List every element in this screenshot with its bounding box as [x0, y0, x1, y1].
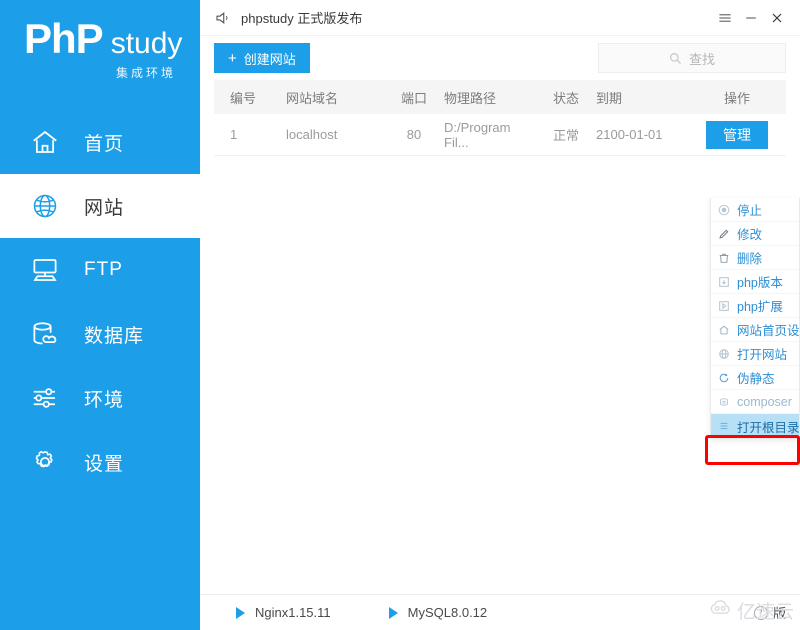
sidebar-label-ftp: FTP — [84, 259, 123, 280]
menu-item-open-website[interactable]: 打开网站 — [711, 342, 799, 366]
php-version-icon — [717, 275, 731, 289]
cell-path: D:/Program Fil... — [444, 119, 511, 150]
app-logo: PhP study 集成环境 — [0, 0, 200, 100]
menu-item-php-extension[interactable]: php扩展 — [711, 294, 799, 318]
app-window: PhP study 集成环境 首页 网站 FTP 数据库 环境 设置 phpst… — [0, 0, 800, 630]
window-title: phpstudy 正式版发布 — [241, 11, 363, 26]
col-header-path: 物理路径 — [444, 90, 497, 106]
menu-item-php-version[interactable]: php版本 — [711, 270, 799, 294]
menu-label-delete: 删除 — [737, 252, 763, 266]
sidebar-item-settings[interactable]: 设置 — [0, 430, 200, 494]
col-header-domain: 网站域名 — [286, 90, 339, 106]
menu-item-edit[interactable]: 修改 — [711, 222, 799, 246]
sidebar-label-database: 数据库 — [84, 325, 145, 347]
cell-action: 管理 — [688, 120, 786, 149]
menu-label-stop: 停止 — [737, 204, 763, 218]
version-label: 版 — [772, 606, 786, 621]
create-website-button[interactable]: + 创建网站 — [214, 43, 310, 73]
stop-circle-icon — [717, 203, 731, 217]
sidebar-nav: 首页 网站 FTP 数据库 环境 设置 — [0, 110, 200, 494]
search-icon — [669, 52, 682, 65]
play-icon — [388, 606, 398, 619]
main-panel: phpstudy 正式版发布 + 创建网站 查找 编号 网站域名 端口 物理路径… — [200, 0, 800, 630]
globe-icon — [28, 189, 62, 223]
logo-php-text: PhP — [24, 15, 104, 62]
create-website-label: 创建网站 — [243, 51, 296, 67]
menu-label-php-extension: php扩展 — [737, 300, 783, 314]
sidebar-label-settings: 设置 — [84, 453, 125, 475]
menu-label-php-version: php版本 — [737, 276, 783, 290]
col-header-status: 状态 — [552, 90, 579, 106]
speaker-icon — [214, 9, 232, 27]
logo-study-text: study — [110, 27, 183, 60]
menu-item-composer[interactable]: composer — [711, 390, 799, 414]
annotation-rectangle — [705, 435, 800, 465]
cell-expire: 2100-01-01 — [596, 127, 663, 142]
menu-label-open-website: 打开网站 — [737, 348, 788, 362]
table-row[interactable]: 1 localhost 80 D:/Program Fil... 正常 2100… — [214, 114, 786, 156]
col-header-action: 操作 — [723, 90, 750, 106]
sidebar-item-ftp[interactable]: FTP — [0, 238, 200, 302]
pencil-icon — [717, 227, 731, 241]
hamburger-icon[interactable] — [712, 5, 738, 31]
sidebar-item-database[interactable]: 数据库 — [0, 302, 200, 366]
house-icon — [717, 323, 731, 337]
plus-icon: + — [228, 49, 237, 67]
composer-icon — [717, 395, 731, 409]
gear-icon — [28, 445, 62, 479]
close-icon[interactable] — [764, 5, 790, 31]
logo-subtitle: 集成环境 — [115, 66, 176, 80]
ftp-icon — [28, 253, 62, 287]
cell-domain: localhost — [286, 127, 338, 142]
search-input[interactable]: 查找 — [598, 43, 786, 73]
sidebar-item-environment[interactable]: 环境 — [0, 366, 200, 430]
col-header-port: 端口 — [400, 90, 427, 106]
info-icon[interactable]: i — [753, 605, 768, 620]
sidebar-item-home[interactable]: 首页 — [0, 110, 200, 174]
sidebar-item-website[interactable]: 网站 — [0, 174, 200, 238]
refresh-icon — [717, 371, 731, 385]
menu-item-stop[interactable]: 停止 — [711, 198, 799, 222]
table-header-row: 编号 网站域名 端口 物理路径 状态 到期 操作 — [214, 80, 786, 114]
minimize-icon[interactable] — [738, 5, 764, 31]
home-icon — [28, 125, 62, 159]
trash-icon — [717, 251, 731, 265]
cell-port: 80 — [406, 127, 422, 142]
folder-list-icon — [717, 419, 731, 433]
play-icon — [236, 606, 245, 619]
sliders-icon — [28, 381, 62, 415]
service-nginx-label: Nginx1.15.11 — [255, 605, 331, 620]
menu-item-homepage-settings[interactable]: 网站首页设置 — [711, 318, 800, 342]
sidebar-label-website: 网站 — [84, 197, 125, 219]
menu-item-rewrite[interactable]: 伪静态 — [711, 366, 799, 390]
service-mysql[interactable]: MySQL8.0.12 — [388, 605, 488, 620]
service-mysql-label: MySQL8.0.12 — [407, 605, 488, 620]
menu-label-open-root-directory: 打开根目录 — [737, 420, 800, 435]
manage-button[interactable]: 管理 — [706, 120, 768, 149]
sites-table: 编号 网站域名 端口 物理路径 状态 到期 操作 1 localhost 80 … — [200, 80, 800, 594]
col-header-id: 编号 — [230, 90, 257, 106]
service-nginx[interactable]: Nginx1.15.11 — [236, 605, 331, 620]
toolbar: + 创建网站 查找 — [200, 36, 800, 80]
search-placeholder: 查找 — [688, 51, 715, 67]
globe-small-icon — [717, 347, 731, 361]
menu-label-homepage-settings: 网站首页设置 — [737, 324, 800, 338]
status-bar: Nginx1.15.11 MySQL8.0.12 i 版 — [200, 594, 800, 630]
titlebar: phpstudy 正式版发布 — [200, 0, 800, 36]
menu-item-open-root-directory[interactable]: 打开根目录 — [711, 414, 800, 438]
php-extension-icon — [717, 299, 731, 313]
cell-status: 正常 — [552, 128, 579, 143]
menu-label-edit: 修改 — [737, 228, 763, 242]
sidebar-label-home: 首页 — [84, 133, 125, 155]
menu-label-rewrite: 伪静态 — [737, 372, 775, 386]
menu-item-delete[interactable]: 删除 — [711, 246, 799, 270]
sidebar-label-environment: 环境 — [84, 389, 125, 411]
manage-dropdown-menu: 停止 修改 删除 php版本 php扩展 网站首页设 打开网站 伪静态 comp… — [710, 198, 800, 439]
col-header-expire: 到期 — [596, 90, 623, 106]
menu-label-composer: composer — [737, 394, 792, 409]
sidebar: PhP study 集成环境 首页 网站 FTP 数据库 环境 设置 — [0, 0, 200, 630]
database-icon — [28, 317, 62, 351]
cell-id: 1 — [230, 127, 238, 142]
